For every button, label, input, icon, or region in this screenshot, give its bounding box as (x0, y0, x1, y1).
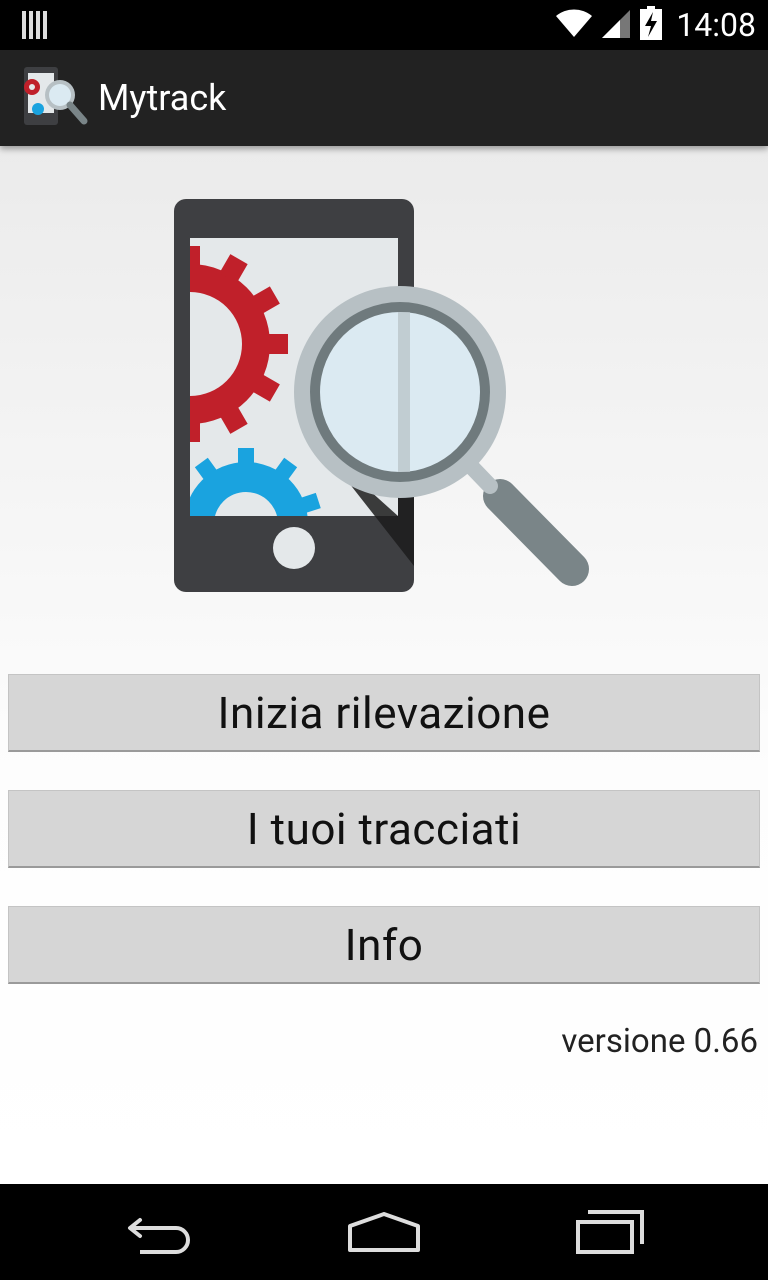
navigation-bar (0, 1184, 768, 1280)
app-logo-illustration (170, 196, 600, 596)
notification-bars-icon (22, 11, 48, 43)
signal-icon (602, 7, 632, 43)
app-icon[interactable] (22, 65, 90, 131)
main-content: Inizia rilevazione I tuoi tracciati Info… (0, 146, 768, 1184)
version-label: versione 0.66 (561, 1022, 758, 1061)
wifi-icon (554, 7, 594, 43)
recent-apps-icon[interactable] (574, 1208, 646, 1260)
home-button-illustration (273, 527, 315, 569)
battery-charging-icon (640, 6, 663, 44)
home-icon[interactable] (346, 1208, 422, 1260)
clock: 14:08 (676, 6, 756, 44)
start-tracking-button[interactable]: Inizia rilevazione (8, 674, 760, 752)
back-icon[interactable] (126, 1208, 196, 1260)
info-button[interactable]: Info (8, 906, 760, 984)
your-tracks-button[interactable]: I tuoi tracciati (8, 790, 760, 868)
magnifier-icon (294, 286, 506, 498)
app-title: Mytrack (98, 77, 227, 119)
status-bar: 14:08 (0, 0, 768, 50)
action-bar: Mytrack (0, 50, 768, 146)
